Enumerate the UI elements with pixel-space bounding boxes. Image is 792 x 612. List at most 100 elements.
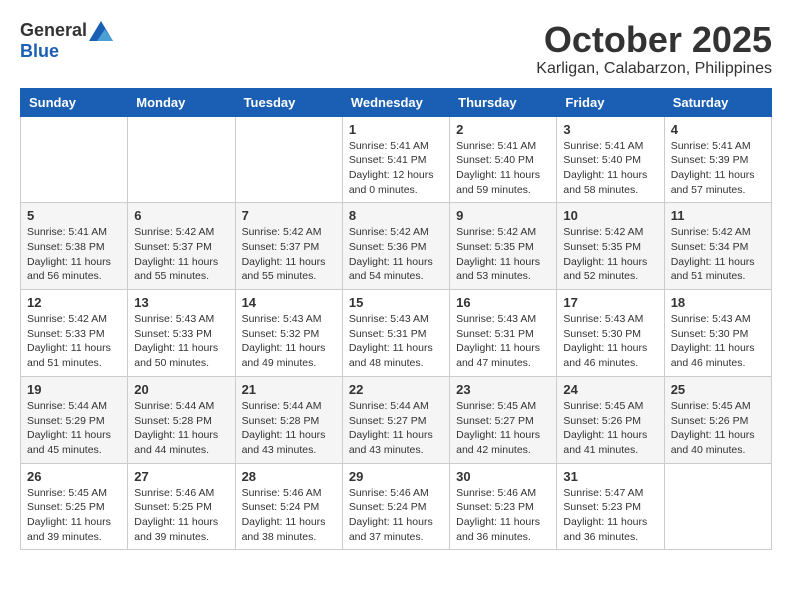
calendar-cell: 4Sunrise: 5:41 AM Sunset: 5:39 PM Daylig… (664, 116, 771, 203)
day-number: 7 (242, 208, 336, 223)
weekday-header: Friday (557, 88, 664, 116)
day-info: Sunrise: 5:43 AM Sunset: 5:31 PM Dayligh… (349, 312, 443, 371)
calendar-cell: 9 Sunrise: 5:42 AM Sunset: 5:35 PM Daylig… (450, 203, 557, 290)
calendar-week-row: 5Sunrise: 5:41 AM Sunset: 5:38 PM Daylig… (21, 203, 772, 290)
weekday-header: Tuesday (235, 88, 342, 116)
day-number: 14 (242, 295, 336, 310)
weekday-header: Monday (128, 88, 235, 116)
day-info: Sunrise: 5:47 AM Sunset: 5:23 PM Dayligh… (563, 486, 657, 545)
title-section: October 2025 Karligan, Calabarzon, Phili… (536, 20, 772, 78)
day-info: Sunrise: 5:45 AM Sunset: 5:26 PM Dayligh… (563, 399, 657, 458)
calendar-cell: 21 Sunrise: 5:44 AM Sunset: 5:28 PM Dayli… (235, 376, 342, 463)
calendar-cell: 11 Sunrise: 5:42 AM Sunset: 5:34 PM Dayli… (664, 203, 771, 290)
location-title: Karligan, Calabarzon, Philippines (536, 60, 772, 78)
calendar-cell (21, 116, 128, 203)
day-info: Sunrise: 5:45 AM Sunset: 5:26 PM Dayligh… (671, 399, 765, 458)
day-info: Sunrise: 5:42 AM Sunset: 5:36 PM Dayligh… (349, 225, 443, 284)
calendar-cell: 28 Sunrise: 5:46 AM Sunset: 5:24 PM Dayli… (235, 463, 342, 550)
calendar-cell: 15 Sunrise: 5:43 AM Sunset: 5:31 PM Dayli… (342, 290, 449, 377)
calendar-week-row: 26 Sunrise: 5:45 AM Sunset: 5:25 PM Dayli… (21, 463, 772, 550)
calendar-cell: 23Sunrise: 5:45 AM Sunset: 5:27 PM Dayli… (450, 376, 557, 463)
day-info: Sunrise: 5:43 AM Sunset: 5:33 PM Dayligh… (134, 312, 228, 371)
day-number: 11 (671, 208, 765, 223)
day-number: 27 (134, 469, 228, 484)
day-info: Sunrise: 5:46 AM Sunset: 5:23 PM Dayligh… (456, 486, 550, 545)
calendar-cell: 5Sunrise: 5:41 AM Sunset: 5:38 PM Daylig… (21, 203, 128, 290)
weekday-header: Sunday (21, 88, 128, 116)
calendar-cell (128, 116, 235, 203)
calendar-cell: 7 Sunrise: 5:42 AM Sunset: 5:37 PM Daylig… (235, 203, 342, 290)
day-info: Sunrise: 5:42 AM Sunset: 5:37 PM Dayligh… (134, 225, 228, 284)
day-info: Sunrise: 5:41 AM Sunset: 5:40 PM Dayligh… (456, 139, 550, 198)
calendar-cell: 10Sunrise: 5:42 AM Sunset: 5:35 PM Dayli… (557, 203, 664, 290)
calendar-cell: 2 Sunrise: 5:41 AM Sunset: 5:40 PM Daylig… (450, 116, 557, 203)
calendar-cell: 18 Sunrise: 5:43 AM Sunset: 5:30 PM Dayli… (664, 290, 771, 377)
calendar-cell: 8Sunrise: 5:42 AM Sunset: 5:36 PM Daylig… (342, 203, 449, 290)
day-info: Sunrise: 5:43 AM Sunset: 5:30 PM Dayligh… (671, 312, 765, 371)
calendar-week-row: 1 Sunrise: 5:41 AM Sunset: 5:41 PM Daylig… (21, 116, 772, 203)
calendar-cell: 30Sunrise: 5:46 AM Sunset: 5:23 PM Dayli… (450, 463, 557, 550)
day-number: 21 (242, 382, 336, 397)
day-info: Sunrise: 5:41 AM Sunset: 5:40 PM Dayligh… (563, 139, 657, 198)
day-number: 13 (134, 295, 228, 310)
day-info: Sunrise: 5:46 AM Sunset: 5:24 PM Dayligh… (349, 486, 443, 545)
page-header: General Blue October 2025 Karligan, Cala… (20, 20, 772, 78)
calendar-cell: 6 Sunrise: 5:42 AM Sunset: 5:37 PM Daylig… (128, 203, 235, 290)
calendar-cell: 24 Sunrise: 5:45 AM Sunset: 5:26 PM Dayli… (557, 376, 664, 463)
calendar-cell: 13 Sunrise: 5:43 AM Sunset: 5:33 PM Dayli… (128, 290, 235, 377)
day-number: 16 (456, 295, 550, 310)
day-info: Sunrise: 5:43 AM Sunset: 5:32 PM Dayligh… (242, 312, 336, 371)
day-info: Sunrise: 5:43 AM Sunset: 5:31 PM Dayligh… (456, 312, 550, 371)
day-number: 12 (27, 295, 121, 310)
calendar-week-row: 12Sunrise: 5:42 AM Sunset: 5:33 PM Dayli… (21, 290, 772, 377)
calendar-week-row: 19Sunrise: 5:44 AM Sunset: 5:29 PM Dayli… (21, 376, 772, 463)
calendar-cell: 27 Sunrise: 5:46 AM Sunset: 5:25 PM Dayli… (128, 463, 235, 550)
day-info: Sunrise: 5:46 AM Sunset: 5:24 PM Dayligh… (242, 486, 336, 545)
calendar-cell: 25 Sunrise: 5:45 AM Sunset: 5:26 PM Dayli… (664, 376, 771, 463)
day-number: 24 (563, 382, 657, 397)
weekday-header: Thursday (450, 88, 557, 116)
day-info: Sunrise: 5:42 AM Sunset: 5:35 PM Dayligh… (456, 225, 550, 284)
day-info: Sunrise: 5:45 AM Sunset: 5:25 PM Dayligh… (27, 486, 121, 545)
day-info: Sunrise: 5:41 AM Sunset: 5:41 PM Dayligh… (349, 139, 443, 198)
calendar-cell: 26 Sunrise: 5:45 AM Sunset: 5:25 PM Dayli… (21, 463, 128, 550)
day-info: Sunrise: 5:42 AM Sunset: 5:35 PM Dayligh… (563, 225, 657, 284)
day-number: 9 (456, 208, 550, 223)
calendar-cell: 12Sunrise: 5:42 AM Sunset: 5:33 PM Dayli… (21, 290, 128, 377)
day-info: Sunrise: 5:46 AM Sunset: 5:25 PM Dayligh… (134, 486, 228, 545)
day-number: 18 (671, 295, 765, 310)
day-number: 17 (563, 295, 657, 310)
calendar-cell: 1 Sunrise: 5:41 AM Sunset: 5:41 PM Daylig… (342, 116, 449, 203)
day-number: 31 (563, 469, 657, 484)
day-number: 28 (242, 469, 336, 484)
calendar-cell: 22 Sunrise: 5:44 AM Sunset: 5:27 PM Dayli… (342, 376, 449, 463)
day-number: 15 (349, 295, 443, 310)
day-info: Sunrise: 5:42 AM Sunset: 5:37 PM Dayligh… (242, 225, 336, 284)
calendar-cell: 31 Sunrise: 5:47 AM Sunset: 5:23 PM Dayli… (557, 463, 664, 550)
day-number: 29 (349, 469, 443, 484)
day-info: Sunrise: 5:44 AM Sunset: 5:28 PM Dayligh… (134, 399, 228, 458)
day-number: 26 (27, 469, 121, 484)
calendar-cell: 14 Sunrise: 5:43 AM Sunset: 5:32 PM Dayli… (235, 290, 342, 377)
day-info: Sunrise: 5:41 AM Sunset: 5:39 PM Dayligh… (671, 139, 765, 198)
day-info: Sunrise: 5:44 AM Sunset: 5:28 PM Dayligh… (242, 399, 336, 458)
calendar-cell (664, 463, 771, 550)
day-number: 25 (671, 382, 765, 397)
day-info: Sunrise: 5:44 AM Sunset: 5:29 PM Dayligh… (27, 399, 121, 458)
day-number: 23 (456, 382, 550, 397)
calendar-cell: 20 Sunrise: 5:44 AM Sunset: 5:28 PM Dayli… (128, 376, 235, 463)
day-info: Sunrise: 5:44 AM Sunset: 5:27 PM Dayligh… (349, 399, 443, 458)
day-number: 1 (349, 122, 443, 137)
day-number: 6 (134, 208, 228, 223)
day-info: Sunrise: 5:41 AM Sunset: 5:38 PM Dayligh… (27, 225, 121, 284)
day-number: 3 (563, 122, 657, 137)
weekday-header: Wednesday (342, 88, 449, 116)
day-number: 22 (349, 382, 443, 397)
weekday-header: Saturday (664, 88, 771, 116)
month-title: October 2025 (536, 20, 772, 60)
calendar-cell: 16 Sunrise: 5:43 AM Sunset: 5:31 PM Dayli… (450, 290, 557, 377)
day-number: 2 (456, 122, 550, 137)
calendar-table: SundayMondayTuesdayWednesdayThursdayFrid… (20, 88, 772, 551)
day-number: 20 (134, 382, 228, 397)
day-info: Sunrise: 5:42 AM Sunset: 5:34 PM Dayligh… (671, 225, 765, 284)
